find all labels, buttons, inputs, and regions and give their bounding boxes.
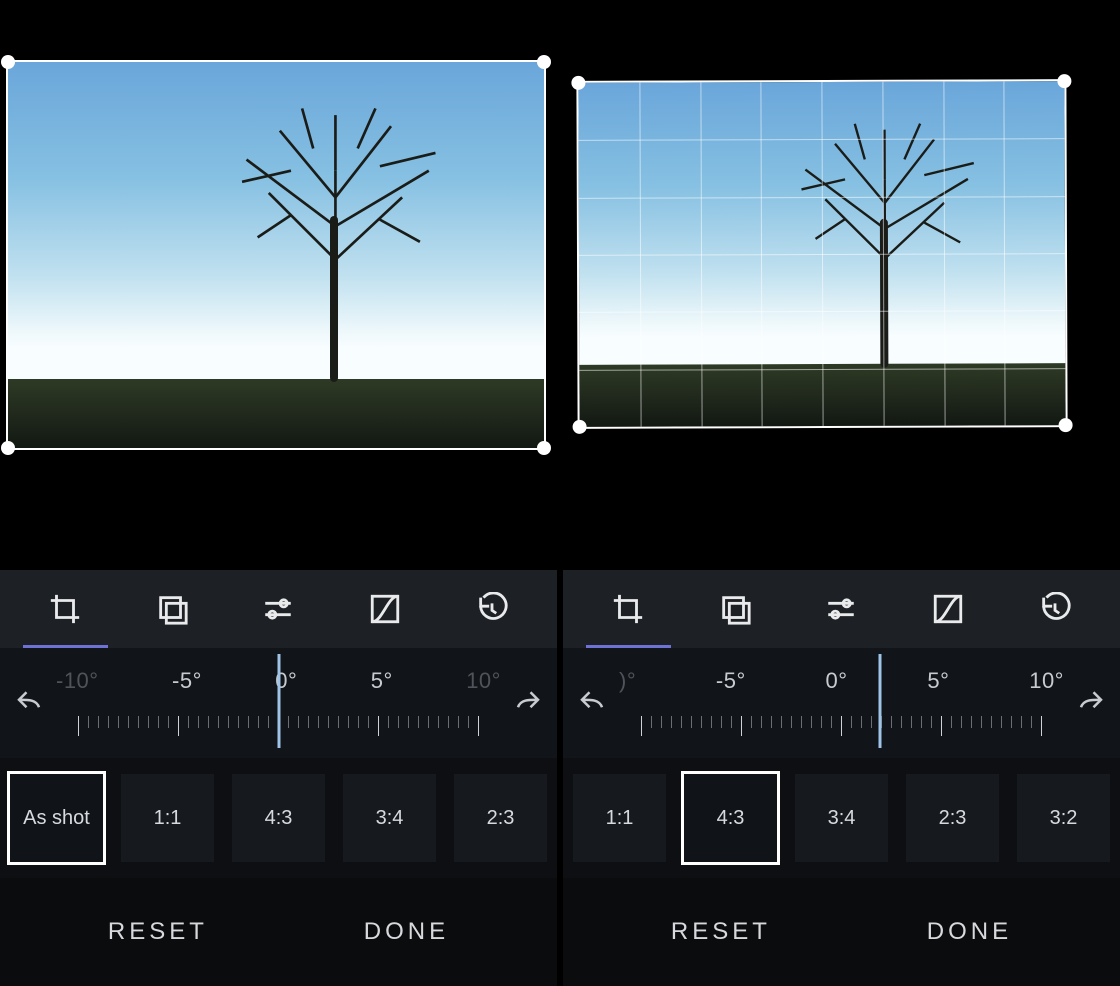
- curve-icon: [931, 592, 965, 626]
- image-preview[interactable]: [0, 0, 557, 570]
- history-icon: [1038, 592, 1072, 626]
- aspect-ratio-row: As shot 1:1 4:3 3:4 2:3: [0, 758, 557, 878]
- rotate-right-icon[interactable]: [1076, 686, 1106, 716]
- crop-handle-br[interactable]: [1059, 418, 1073, 432]
- filters-tab[interactable]: [682, 570, 789, 648]
- aspect-3-4[interactable]: 3:4: [343, 774, 436, 862]
- rotate-right-icon[interactable]: [513, 686, 543, 716]
- sliders-icon: [824, 592, 858, 626]
- ruler-needle[interactable]: [879, 654, 882, 748]
- crop-handle-tl[interactable]: [571, 76, 585, 90]
- aspect-4-3[interactable]: 4:3: [684, 774, 777, 862]
- crop-frame[interactable]: [576, 79, 1067, 429]
- crop-handle-tl[interactable]: [1, 55, 15, 69]
- crop-handle-bl[interactable]: [573, 420, 587, 434]
- footer-bar: RESET DONE: [0, 878, 557, 986]
- crop-handle-bl[interactable]: [1, 441, 15, 455]
- adjust-tab[interactable]: [788, 570, 895, 648]
- history-tab[interactable]: [1001, 570, 1108, 648]
- aspect-3-2[interactable]: 3:2: [1017, 774, 1110, 862]
- rotation-ruler[interactable]: )° -5° 0° 5° 10°: [563, 648, 1120, 758]
- ruler-ticks: [563, 716, 1120, 736]
- crop-tab[interactable]: [575, 570, 682, 648]
- curves-tab[interactable]: [895, 570, 1002, 648]
- crop-handle-tr[interactable]: [537, 55, 551, 69]
- reset-button[interactable]: RESET: [108, 918, 208, 946]
- crop-handle-br[interactable]: [537, 441, 551, 455]
- footer-bar: RESET DONE: [563, 878, 1120, 986]
- adjust-tab[interactable]: [225, 570, 332, 648]
- aspect-1-1[interactable]: 1:1: [121, 774, 214, 862]
- curve-icon: [368, 592, 402, 626]
- layers-icon: [718, 592, 752, 626]
- aspect-as-shot[interactable]: As shot: [10, 774, 103, 862]
- crop-icon: [48, 592, 82, 626]
- sliders-icon: [261, 592, 295, 626]
- tool-tabs: [0, 570, 557, 648]
- history-tab[interactable]: [438, 570, 545, 648]
- aspect-1-1[interactable]: 1:1: [573, 774, 666, 862]
- editor-screen-left: -10° -5° 0° 5° 10° As shot 1:1 4:3 3:4 2…: [0, 0, 557, 986]
- photo-ground: [8, 379, 544, 448]
- ruler-needle[interactable]: [277, 654, 280, 748]
- aspect-2-3[interactable]: 2:3: [454, 774, 547, 862]
- rotate-left-icon[interactable]: [14, 686, 44, 716]
- curves-tab[interactable]: [332, 570, 439, 648]
- done-button[interactable]: DONE: [927, 918, 1012, 946]
- crop-icon: [611, 592, 645, 626]
- aspect-3-4[interactable]: 3:4: [795, 774, 888, 862]
- aspect-ratio-row: 1:1 4:3 3:4 2:3 3:2: [563, 758, 1120, 878]
- history-icon: [475, 592, 509, 626]
- ruler-labels: )° -5° 0° 5° 10°: [619, 668, 1064, 694]
- tool-tabs: [563, 570, 1120, 648]
- rotate-left-icon[interactable]: [577, 686, 607, 716]
- done-button[interactable]: DONE: [364, 918, 449, 946]
- crop-handle-tr[interactable]: [1057, 74, 1071, 88]
- aspect-2-3[interactable]: 2:3: [906, 774, 999, 862]
- rotation-ruler[interactable]: -10° -5° 0° 5° 10°: [0, 648, 557, 758]
- filters-tab[interactable]: [119, 570, 226, 648]
- photo-ground: [579, 363, 1065, 427]
- image-preview[interactable]: [563, 0, 1120, 570]
- layers-icon: [155, 592, 189, 626]
- crop-frame[interactable]: [6, 60, 546, 450]
- aspect-4-3[interactable]: 4:3: [232, 774, 325, 862]
- crop-tab[interactable]: [12, 570, 119, 648]
- editor-screen-right: )° -5° 0° 5° 10° 1:1 4:3 3:4 2:3 3:2 RES…: [563, 0, 1120, 986]
- reset-button[interactable]: RESET: [671, 918, 771, 946]
